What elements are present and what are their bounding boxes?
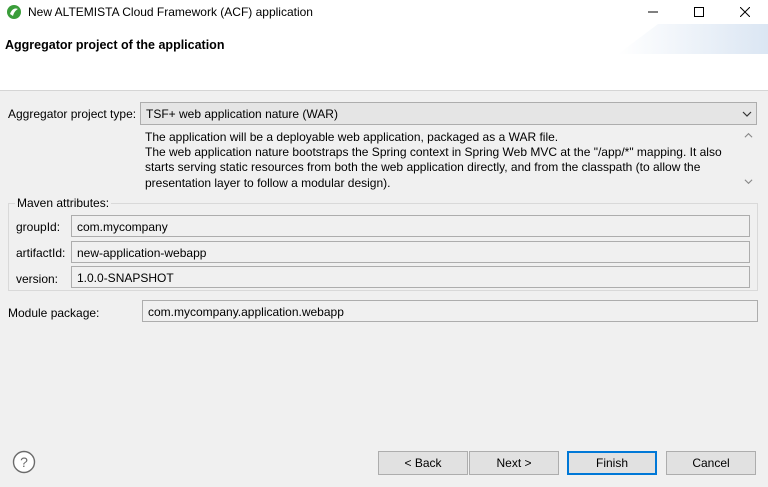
aggregator-description: The application will be a deployable web…: [140, 127, 757, 191]
window-titlebar: New ALTEMISTA Cloud Framework (ACF) appl…: [0, 0, 768, 24]
description-line: presentation layer to follow a modular d…: [145, 175, 391, 190]
minimize-icon: [648, 11, 658, 13]
artifact-id-value: new-application-webapp: [77, 246, 207, 260]
version-label: version:: [16, 272, 59, 286]
description-scrollbar[interactable]: [740, 127, 757, 191]
finish-button[interactable]: Finish: [567, 451, 657, 475]
wizard-header: Aggregator project of the application: [0, 24, 768, 91]
page-title: Aggregator project of the application: [5, 38, 225, 52]
artifact-id-field[interactable]: new-application-webapp: [71, 241, 750, 263]
close-button[interactable]: [722, 0, 768, 24]
group-id-label: groupId:: [16, 220, 61, 234]
maximize-button[interactable]: [676, 0, 722, 24]
description-line: The application will be a deployable web…: [145, 130, 559, 144]
group-id-value: com.mycompany: [77, 220, 168, 234]
cancel-button[interactable]: Cancel: [666, 451, 756, 475]
maven-attributes-legend: Maven attributes:: [15, 196, 112, 210]
version-value: 1.0.0-SNAPSHOT: [77, 271, 174, 285]
description-line: starts serving static resources from bot…: [145, 160, 701, 175]
description-text: The application will be a deployable web…: [145, 130, 735, 191]
app-icon: [7, 5, 21, 19]
svg-text:?: ?: [20, 454, 28, 470]
minimize-button[interactable]: [630, 0, 676, 24]
aggregator-type-select[interactable]: TSF+ web application nature (WAR): [140, 102, 757, 125]
next-button[interactable]: Next >: [469, 451, 559, 475]
group-id-field[interactable]: com.mycompany: [71, 215, 750, 237]
module-package-value: com.mycompany.application.webapp: [148, 305, 344, 319]
header-banner-graphic: [618, 24, 768, 54]
help-icon[interactable]: ?: [12, 450, 36, 474]
version-field[interactable]: 1.0.0-SNAPSHOT: [71, 266, 750, 288]
window-title: New ALTEMISTA Cloud Framework (ACF) appl…: [28, 5, 313, 19]
module-package-label: Module package:: [8, 306, 100, 320]
chevron-down-icon: [742, 111, 752, 117]
module-package-field[interactable]: com.mycompany.application.webapp: [142, 300, 758, 322]
aggregator-type-value: TSF+ web application nature (WAR): [146, 107, 338, 121]
scroll-down-icon[interactable]: [744, 177, 753, 186]
aggregator-type-label: Aggregator project type:: [8, 107, 137, 121]
scroll-up-icon[interactable]: [744, 131, 753, 140]
maximize-icon: [694, 7, 704, 17]
description-line: The web application nature bootstraps th…: [145, 145, 722, 160]
back-button[interactable]: < Back: [378, 451, 468, 475]
close-icon: [740, 7, 750, 17]
artifact-id-label: artifactId:: [16, 246, 66, 260]
